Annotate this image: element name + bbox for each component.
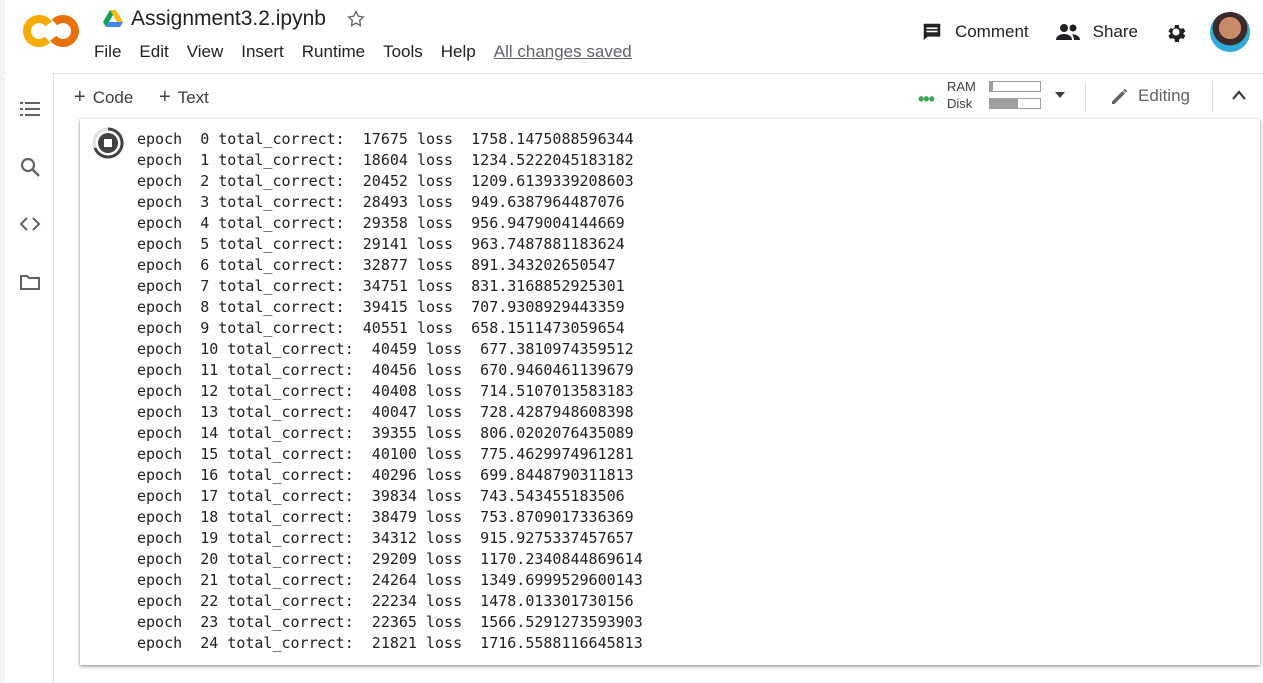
code-snippets-icon[interactable] — [19, 213, 41, 235]
menu-insert[interactable]: Insert — [241, 42, 284, 62]
chevron-up-icon[interactable] — [1231, 89, 1247, 101]
menu-file[interactable]: File — [94, 42, 121, 62]
output-line: epoch 11 total_correct: 40456 loss 670.9… — [137, 361, 634, 379]
output-line: epoch 13 total_correct: 40047 loss 728.4… — [137, 403, 634, 421]
toolbar: + Code + Text ••• RAM Disk Editing — [54, 73, 1263, 120]
output-line: epoch 2 total_correct: 20452 loss 1209.6… — [137, 172, 634, 190]
output-line: epoch 3 total_correct: 28493 loss 949.63… — [137, 193, 625, 211]
divider — [1212, 82, 1213, 112]
avatar[interactable] — [1210, 12, 1250, 52]
share-label: Share — [1092, 22, 1138, 41]
menu-tools[interactable]: Tools — [383, 42, 423, 62]
title-row: Assignment3.2.ipynb — [103, 6, 366, 32]
menu-view[interactable]: View — [187, 42, 224, 62]
ram-row: RAM — [947, 79, 1041, 94]
plus-icon: + — [159, 86, 171, 108]
menu-bar: File Edit View Insert Runtime Tools Help… — [94, 42, 650, 62]
left-sidebar — [5, 73, 54, 683]
add-text-button[interactable]: + Text — [159, 86, 209, 109]
output-line: epoch 14 total_correct: 39355 loss 806.0… — [137, 424, 634, 442]
header: Assignment3.2.ipynb File Edit View Inser… — [5, 0, 1263, 72]
output-line: epoch 9 total_correct: 40551 loss 658.15… — [137, 319, 625, 337]
plus-icon: + — [74, 86, 86, 108]
output-line: epoch 1 total_correct: 18604 loss 1234.5… — [137, 151, 634, 169]
editing-mode-button[interactable]: Editing — [1110, 86, 1190, 106]
output-line: epoch 22 total_correct: 22234 loss 1478.… — [137, 592, 634, 610]
stop-icon[interactable] — [92, 127, 124, 159]
star-icon[interactable] — [346, 9, 366, 29]
pencil-icon — [1112, 88, 1128, 104]
comment-label: Comment — [954, 22, 1029, 41]
disk-row: Disk — [947, 96, 1041, 111]
output-line: epoch 0 total_correct: 17675 loss 1758.1… — [137, 130, 634, 148]
menu-edit[interactable]: Edit — [139, 42, 168, 62]
divider — [1085, 82, 1086, 112]
ram-bar — [989, 81, 1041, 92]
cell-output: epoch 0 total_correct: 17675 loss 1758.1… — [137, 129, 643, 654]
output-line: epoch 7 total_correct: 34751 loss 831.31… — [137, 277, 625, 295]
comment-button[interactable]: Comment — [921, 21, 1029, 43]
output-line: epoch 10 total_correct: 40459 loss 677.3… — [137, 340, 634, 358]
colab-logo[interactable] — [22, 12, 80, 50]
comment-icon — [923, 23, 941, 41]
gear-icon[interactable] — [1164, 20, 1188, 44]
drive-icon[interactable] — [103, 10, 123, 28]
header-actions: Comment Share — [921, 10, 1263, 54]
folder-icon[interactable] — [19, 271, 41, 293]
output-line: epoch 20 total_correct: 29209 loss 1170.… — [137, 550, 643, 568]
add-code-button[interactable]: + Code — [74, 86, 133, 109]
ram-label: RAM — [947, 79, 976, 94]
disk-bar — [989, 98, 1041, 109]
code-cell[interactable]: epoch 0 total_correct: 17675 loss 1758.1… — [80, 119, 1260, 665]
output-line: epoch 24 total_correct: 21821 loss 1716.… — [137, 634, 643, 652]
output-line: epoch 12 total_correct: 40408 loss 714.5… — [137, 382, 634, 400]
dropdown-icon[interactable] — [1054, 91, 1066, 99]
output-line: epoch 18 total_correct: 38479 loss 753.8… — [137, 508, 634, 526]
connected-dots-icon: ••• — [918, 89, 935, 109]
add-text-label: Text — [177, 87, 209, 107]
disk-label: Disk — [947, 96, 973, 111]
output-line: epoch 17 total_correct: 39834 loss 743.5… — [137, 487, 625, 505]
output-line: epoch 6 total_correct: 32877 loss 891.34… — [137, 256, 616, 274]
share-button[interactable]: Share — [1055, 22, 1138, 42]
add-code-label: Code — [92, 87, 134, 107]
save-status[interactable]: All changes saved — [494, 42, 632, 62]
notebook-title[interactable]: Assignment3.2.ipynb — [131, 7, 326, 31]
search-icon[interactable] — [19, 156, 41, 178]
disk-bar-fill — [990, 99, 1018, 108]
output-line: epoch 5 total_correct: 29141 loss 963.74… — [137, 235, 625, 253]
menu-runtime[interactable]: Runtime — [302, 42, 365, 62]
editing-label: Editing — [1138, 86, 1190, 105]
output-line: epoch 21 total_correct: 24264 loss 1349.… — [137, 571, 643, 589]
menu-help[interactable]: Help — [441, 42, 476, 62]
output-line: epoch 8 total_correct: 39415 loss 707.93… — [137, 298, 625, 316]
output-line: epoch 16 total_correct: 40296 loss 699.8… — [137, 466, 634, 484]
output-line: epoch 19 total_correct: 34312 loss 915.9… — [137, 529, 634, 547]
ram-bar-fill — [990, 82, 993, 91]
output-line: epoch 23 total_correct: 22365 loss 1566.… — [137, 613, 643, 631]
share-icon — [1055, 24, 1080, 40]
output-line: epoch 4 total_correct: 29358 loss 956.94… — [137, 214, 625, 232]
output-line: epoch 15 total_correct: 40100 loss 775.4… — [137, 445, 634, 463]
toc-icon[interactable] — [19, 98, 41, 120]
